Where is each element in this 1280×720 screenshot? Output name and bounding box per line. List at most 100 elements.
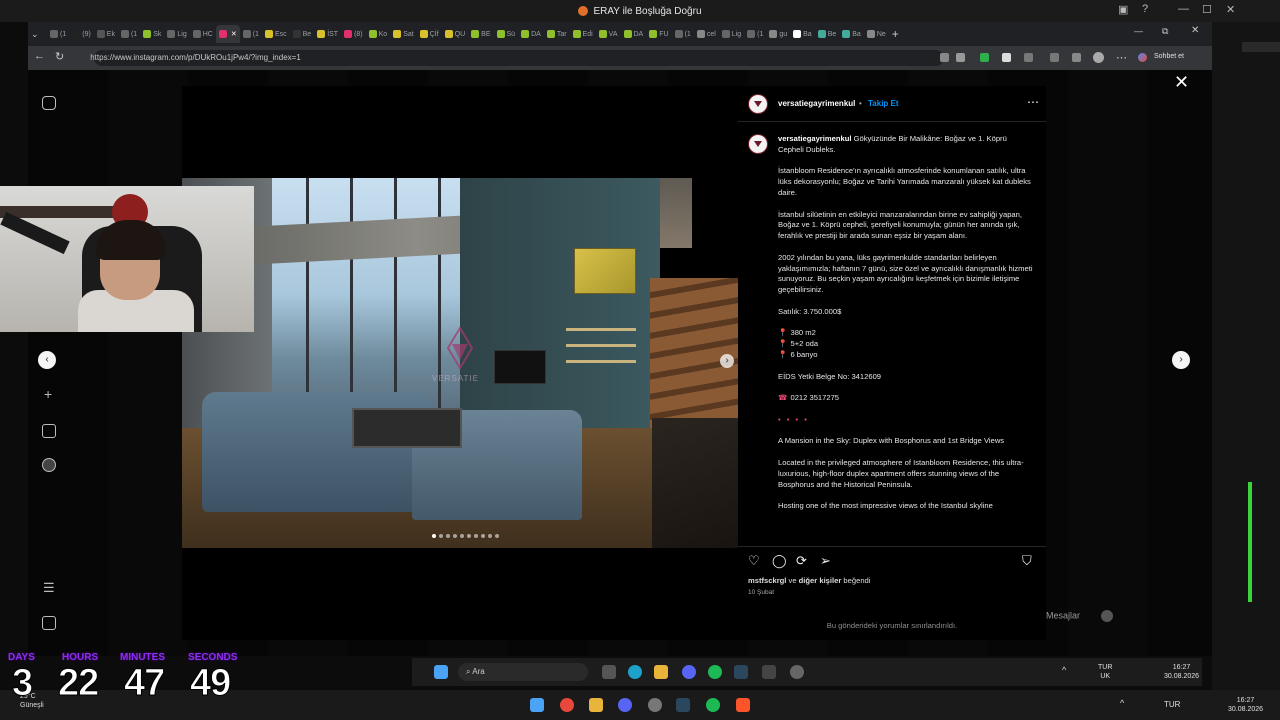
- browser-tab[interactable]: VA: [596, 25, 621, 43]
- browser-tab[interactable]: Esc: [262, 25, 290, 43]
- browser-tab[interactable]: (1: [672, 25, 694, 43]
- next-image-button[interactable]: ›: [720, 354, 734, 368]
- discord-icon[interactable]: [682, 665, 696, 679]
- task-view-icon[interactable]: [602, 665, 616, 679]
- browser-tab[interactable]: Sk: [140, 25, 164, 43]
- address-bar[interactable]: https://www.instagram.com/p/DUkROu1jPw4/…: [90, 50, 944, 66]
- likes-others[interactable]: diğer kişiler: [799, 576, 842, 585]
- edge-icon[interactable]: [628, 665, 642, 679]
- outer-close-icon[interactable]: ✕: [1226, 3, 1235, 16]
- browser-tab[interactable]: Tar: [544, 25, 570, 43]
- browser-tab[interactable]: Lig: [164, 25, 189, 43]
- extension-puzzle-icon[interactable]: [1024, 53, 1033, 62]
- profile-icon[interactable]: [42, 458, 56, 472]
- browser-tab[interactable]: (1: [240, 25, 262, 43]
- browser-tab[interactable]: Çİf: [417, 25, 442, 43]
- browser-tab[interactable]: (1: [47, 25, 69, 43]
- browser-tab[interactable]: İST: [314, 25, 341, 43]
- browser-close-icon[interactable]: ✕: [1191, 25, 1199, 36]
- spotify-icon[interactable]: [708, 665, 722, 679]
- browser-tab[interactable]: (1: [744, 25, 766, 43]
- browser-tab[interactable]: FU: [646, 25, 671, 43]
- previous-post-button[interactable]: ‹: [38, 351, 56, 369]
- browser-tab[interactable]: Sü: [494, 25, 519, 43]
- browser-tab[interactable]: (1: [118, 25, 140, 43]
- browser-tab[interactable]: DA: [518, 25, 544, 43]
- follow-button[interactable]: Takip Et: [868, 99, 899, 108]
- author-username[interactable]: versatiegayrimenkul: [778, 99, 855, 108]
- browser-tab[interactable]: BE: [468, 25, 493, 43]
- search-box[interactable]: ⌕ Ara: [458, 663, 588, 681]
- post-photo[interactable]: VERSATIE ›: [182, 178, 738, 548]
- outer-help-icon[interactable]: ?: [1142, 3, 1148, 15]
- tray-chevron-icon[interactable]: ^: [1120, 698, 1124, 708]
- browser-restore-icon[interactable]: ⧉: [1162, 26, 1168, 37]
- author-avatar[interactable]: [748, 94, 768, 114]
- start-icon[interactable]: [434, 665, 448, 679]
- close-icon[interactable]: ✕: [1174, 72, 1189, 93]
- heart-icon[interactable]: ♡: [748, 553, 760, 569]
- cast-icon[interactable]: [940, 53, 949, 62]
- brave-icon[interactable]: [736, 698, 750, 712]
- reload-icon[interactable]: ↻: [55, 50, 64, 63]
- likes-username[interactable]: mstfsckrgl: [748, 576, 786, 585]
- chat-label[interactable]: Sohbet et: [1154, 53, 1184, 60]
- caption-username[interactable]: versatiegayrimenkul: [778, 134, 851, 143]
- chat-icon[interactable]: [1138, 53, 1147, 62]
- browser-tab[interactable]: Lig: [719, 25, 744, 43]
- start-icon[interactable]: [530, 698, 544, 712]
- caption-author-avatar[interactable]: [748, 134, 768, 154]
- also-from-meta-icon[interactable]: [42, 616, 56, 630]
- file-explorer-icon[interactable]: [589, 698, 603, 712]
- browser-tab[interactable]: (9): [69, 25, 94, 43]
- chrome-icon[interactable]: [560, 698, 574, 712]
- browser-minimize-icon[interactable]: —: [1134, 26, 1143, 36]
- profile-avatar[interactable]: [1093, 52, 1104, 63]
- outer-minimize-icon[interactable]: —: [1178, 3, 1189, 15]
- browser-tab[interactable]: (8): [341, 25, 366, 43]
- browser-tab[interactable]: Sat: [390, 25, 417, 43]
- create-icon[interactable]: +: [44, 386, 52, 402]
- browser-tab[interactable]: QU: [442, 25, 469, 43]
- send-icon[interactable]: ➢: [820, 553, 831, 569]
- new-tab-button[interactable]: +: [889, 25, 908, 43]
- browser-tab[interactable]: DA: [621, 25, 647, 43]
- steam-icon[interactable]: [676, 698, 690, 712]
- menu-dots-icon[interactable]: ⋯: [1116, 51, 1127, 64]
- dashboard-icon[interactable]: [42, 424, 56, 438]
- browser-tab[interactable]: Ne: [864, 25, 889, 43]
- app-icon[interactable]: [762, 665, 776, 679]
- browser-tab[interactable]: HC: [190, 25, 216, 43]
- messages-button[interactable]: Mesajlar: [1046, 610, 1113, 622]
- tab-list-icon[interactable]: ⌄: [28, 25, 47, 43]
- extension-icon[interactable]: [1002, 53, 1011, 62]
- browser-tab[interactable]: cel: [694, 25, 719, 43]
- extension-pin-icon[interactable]: [1050, 53, 1059, 62]
- spotify-icon[interactable]: [706, 698, 720, 712]
- browser-tab[interactable]: Ek: [94, 25, 118, 43]
- bookmarks-icon[interactable]: [1072, 53, 1081, 62]
- bookmark-icon[interactable]: ⛉: [1022, 553, 1032, 569]
- star-icon[interactable]: [956, 53, 965, 62]
- next-post-button[interactable]: ›: [1172, 351, 1190, 369]
- browser-tab[interactable]: Ba: [839, 25, 864, 43]
- arrow-left-icon[interactable]: ←: [34, 50, 45, 62]
- tab-close-icon[interactable]: ✕: [231, 30, 237, 38]
- outer-screen-icon[interactable]: ▣: [1118, 3, 1128, 16]
- obs-icon[interactable]: [790, 665, 804, 679]
- file-explorer-icon[interactable]: [654, 665, 668, 679]
- browser-tab[interactable]: Be: [290, 25, 315, 43]
- browser-tab[interactable]: Be: [815, 25, 840, 43]
- tray-clock[interactable]: 16:27 30.08.2026: [1164, 663, 1199, 681]
- browser-tab[interactable]: Edi: [570, 25, 596, 43]
- tray-language[interactable]: TUR UK: [1098, 663, 1112, 681]
- repost-icon[interactable]: ⟳: [796, 553, 807, 569]
- tray-clock[interactable]: 16:27 30.08.2026: [1228, 696, 1263, 714]
- outer-maximize-icon[interactable]: ☐: [1202, 3, 1212, 16]
- browser-tab[interactable]: Ko: [366, 25, 391, 43]
- steam-icon[interactable]: [734, 665, 748, 679]
- tray-chevron-icon[interactable]: ^: [1062, 665, 1066, 675]
- more-icon[interactable]: ⋯: [1027, 95, 1039, 109]
- comment-icon[interactable]: ◯: [772, 553, 787, 569]
- instagram-logo-icon[interactable]: [42, 96, 56, 110]
